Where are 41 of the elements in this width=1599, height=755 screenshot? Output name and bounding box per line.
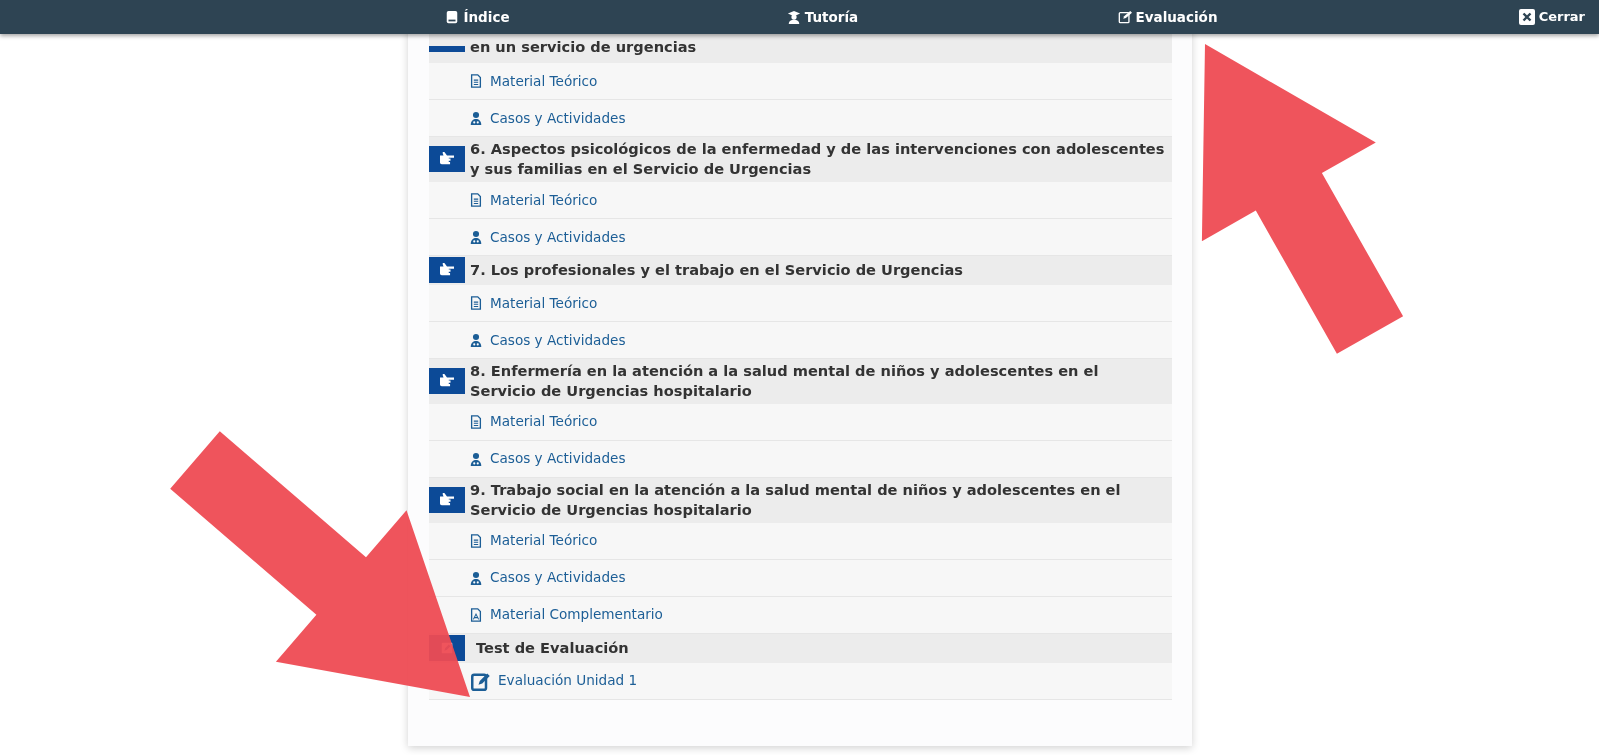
section-title: 7. Los profesionales y el trabajo en el Servicio de Urgencias [469, 260, 965, 281]
section-title: 9. Trabajo social en la atención a la salud mental de niños y adolescentes en el Servicio de Urgencias hospitalario [469, 479, 1122, 521]
pdf-file-icon [469, 607, 483, 622]
resource-link[interactable]: Material Complementario [469, 604, 663, 625]
nav-link[interactable]: Tutoría [782, 4, 863, 30]
book-icon [445, 10, 460, 24]
graduate-icon [786, 10, 801, 24]
resource-link[interactable]: Casos y Actividades [469, 107, 626, 129]
resource-link[interactable]: Material Teórico [469, 70, 598, 92]
pointing-hand-icon [440, 263, 454, 278]
resource-link[interactable]: Casos y Actividades [469, 448, 626, 469]
resource-link[interactable]: Material Teórico [469, 189, 598, 211]
resource-link[interactable]: Casos y Actividades [469, 567, 626, 588]
resource-link[interactable]: Material Teórico [469, 411, 598, 432]
close-link[interactable]: Cerrar [1514, 5, 1589, 29]
close-icon [1518, 9, 1535, 25]
resource-link[interactable]: Evaluación Unidad 1 [471, 670, 638, 691]
section-title: 8. Enfermería en la atención a la salud mental de niños y adolescentes en el Servicio de Urgencias hospitalario [469, 360, 1100, 402]
person-icon [469, 451, 483, 466]
document-icon [469, 295, 483, 310]
person-icon [469, 111, 483, 125]
person-icon [469, 229, 483, 244]
document-icon [469, 533, 483, 548]
resource-link[interactable]: Material Teórico [469, 530, 598, 551]
resource-link[interactable]: Material Teórico [469, 292, 598, 314]
document-icon [469, 192, 483, 207]
resource-link[interactable]: Casos y Actividades [469, 329, 626, 351]
pointing-hand-icon [440, 493, 454, 508]
edit-icon [1117, 10, 1132, 24]
pointing-hand-icon [440, 152, 454, 167]
document-icon [469, 414, 483, 429]
section-title: en un servicio de urgencias [469, 37, 698, 58]
person-icon [469, 570, 483, 585]
section-title: Test de Evaluación [475, 637, 630, 658]
pointing-hand-icon [440, 374, 454, 389]
document-icon [469, 74, 483, 88]
resource-link[interactable]: Casos y Actividades [469, 226, 626, 248]
person-icon [469, 332, 483, 347]
section-title: 6. Aspectos psicológicos de la enfermedad y de las intervenciones con adolescentes y sus familias en el Servicio de Urgencias [469, 139, 1166, 180]
nav-link[interactable]: Evaluación [1113, 4, 1222, 30]
nav-link[interactable]: Índice [441, 4, 514, 30]
